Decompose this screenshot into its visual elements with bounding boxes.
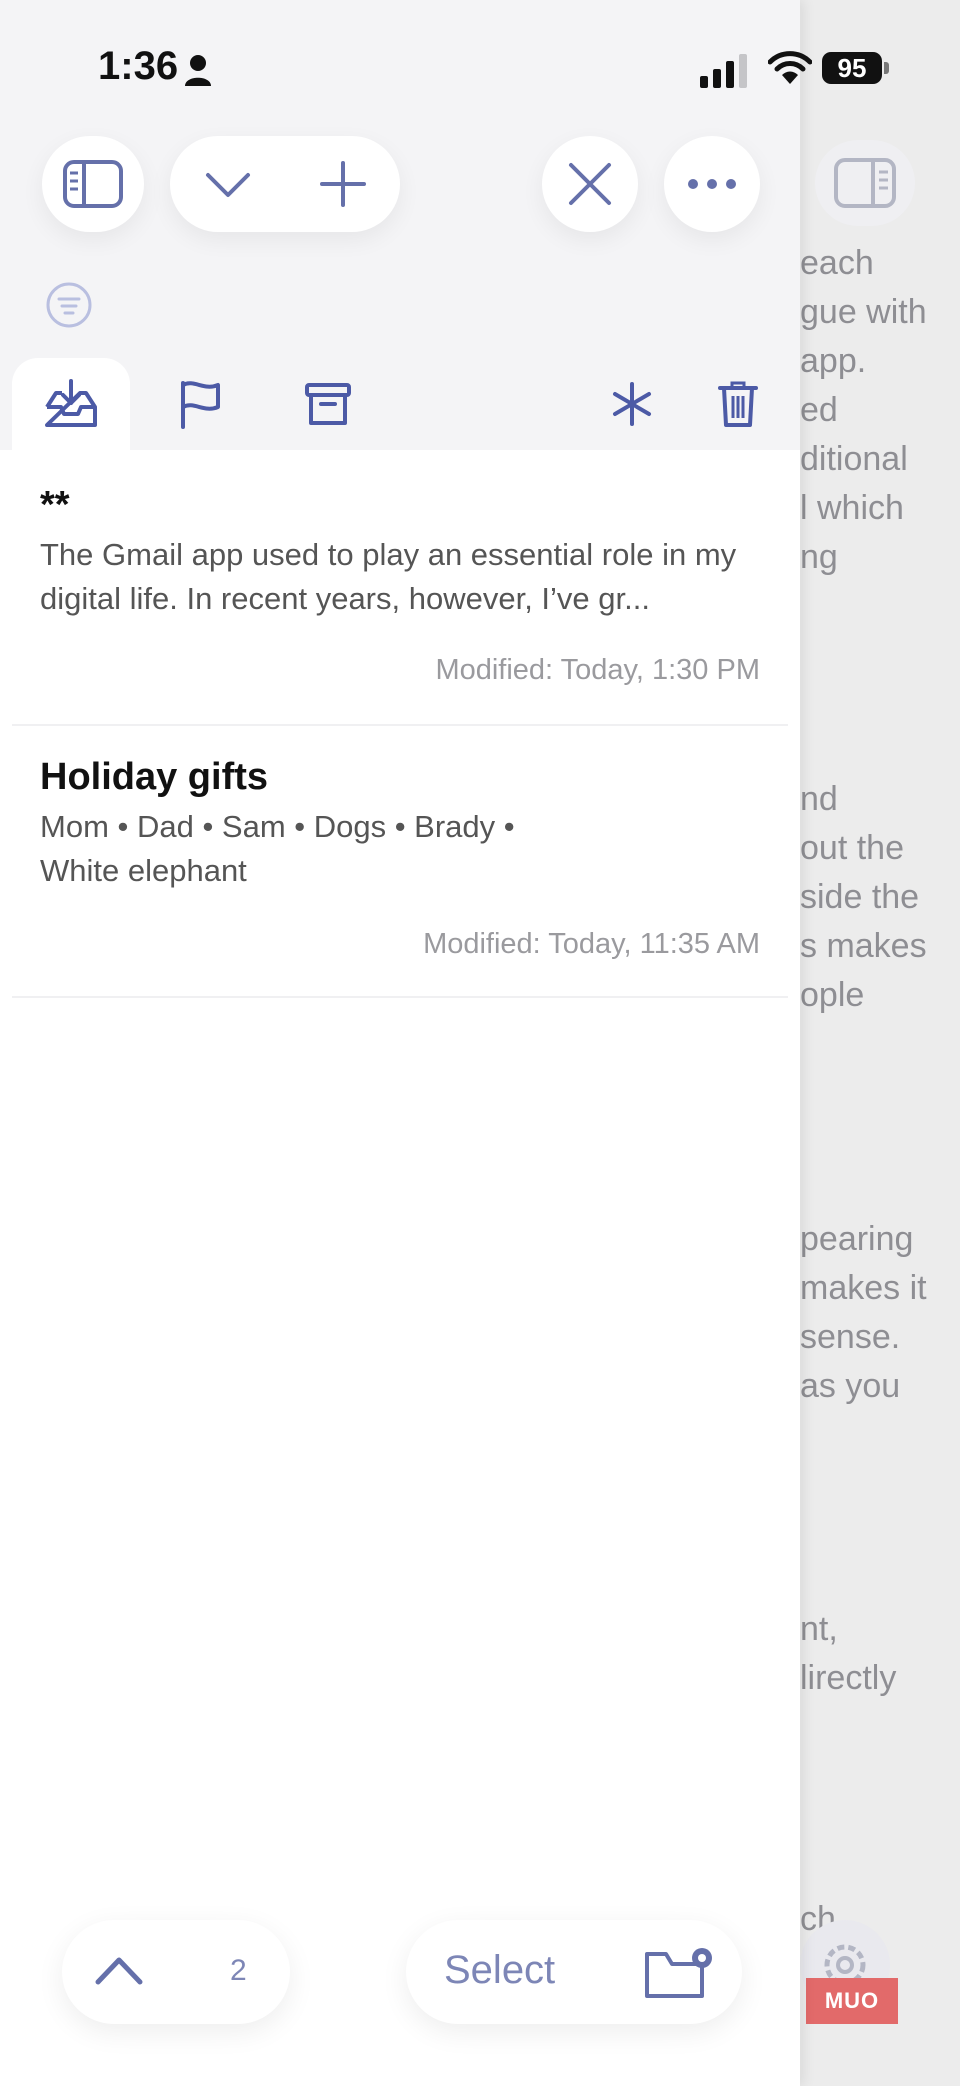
flag-icon: [181, 381, 220, 429]
document-line: makes it: [800, 1269, 927, 1307]
asterisk-icon: [613, 382, 651, 426]
document-line: l which: [800, 489, 904, 527]
note-modified-date: Modified: Today, 11:35 AM: [423, 928, 760, 960]
document-line: sense.: [800, 1318, 901, 1356]
inbox-icon: [45, 379, 97, 427]
document-line: ng: [800, 538, 838, 576]
note-item[interactable]: ** The Gmail app used to play an essenti…: [40, 484, 760, 694]
document-line: out the: [800, 829, 904, 867]
sidebar-toggle-button[interactable]: [42, 136, 144, 232]
new-note-group: [170, 136, 400, 232]
note-preview: The Gmail app used to play an essential …: [40, 537, 737, 616]
document-line: ed: [800, 391, 838, 429]
document-line: each: [800, 244, 874, 282]
trash-icon: [718, 381, 758, 427]
note-item[interactable]: Holiday gifts Mom • Dad • Sam • Dogs • B…: [40, 756, 760, 966]
battery-tip: [884, 62, 889, 74]
background-document: each gue with app. ed ditional l which ng nd out…: [800, 0, 960, 2086]
tab-inbox[interactable]: [12, 358, 130, 450]
document-line: pearing: [800, 1220, 914, 1258]
select-button[interactable]: Select: [444, 1948, 555, 1993]
battery-indicator: 95: [822, 52, 882, 84]
document-line: s makes: [800, 927, 927, 965]
bottom-actions-group: Select: [406, 1920, 742, 2024]
note-modified-date: Modified: Today, 1:30 PM: [435, 654, 760, 686]
tab-trash[interactable]: [683, 358, 793, 450]
chevron-down-icon[interactable]: [204, 169, 252, 199]
cellular-signal-icon: [700, 54, 747, 88]
tab-all-notes[interactable]: [577, 358, 687, 450]
status-time: 1:36: [98, 44, 179, 88]
panel-header: 1:36 95: [0, 0, 889, 450]
note-title: **: [40, 484, 70, 526]
note-title: Holiday gifts: [40, 756, 269, 798]
close-icon: [569, 163, 611, 205]
note-filter-tabs: [0, 358, 800, 450]
document-line: ople: [800, 976, 865, 1014]
right-sidebar-button[interactable]: [815, 140, 915, 226]
folder-settings-icon[interactable]: [644, 1944, 718, 2000]
document-line: lirectly: [800, 1659, 897, 1697]
plus-icon[interactable]: [320, 161, 366, 207]
document-line: app.: [800, 342, 867, 380]
person-icon: [185, 55, 211, 86]
watermark-logo: MUO: [806, 1978, 898, 2024]
document-line: as you: [800, 1367, 901, 1405]
filter-icon[interactable]: [46, 282, 92, 328]
tab-flagged[interactable]: [145, 358, 255, 450]
chevron-up-icon[interactable]: [94, 1954, 144, 1986]
document-line: ditional: [800, 440, 908, 478]
document-line: side the: [800, 878, 920, 916]
more-options-button[interactable]: [664, 136, 760, 232]
archive-icon: [305, 383, 351, 425]
document-line: nt,: [800, 1610, 838, 1648]
note-preview: Mom • Dad • Sam • Dogs • Brady • White e…: [40, 809, 515, 888]
note-count: 2: [230, 1954, 247, 1987]
sidebar-icon: [63, 160, 123, 208]
document-line: gue with: [800, 293, 927, 331]
list-divider: [12, 996, 788, 998]
ellipsis-icon: [688, 179, 736, 189]
close-button[interactable]: [542, 136, 638, 232]
list-divider: [12, 724, 788, 726]
scroll-to-top-group[interactable]: 2: [62, 1920, 290, 2024]
document-line: nd: [800, 780, 838, 818]
tab-archive[interactable]: [273, 358, 383, 450]
right-sidebar-icon: [834, 158, 896, 208]
notes-list-panel: 1:36 95 ** The Gmail app used to play an…: [0, 0, 889, 2086]
wifi-icon: [768, 51, 812, 84]
